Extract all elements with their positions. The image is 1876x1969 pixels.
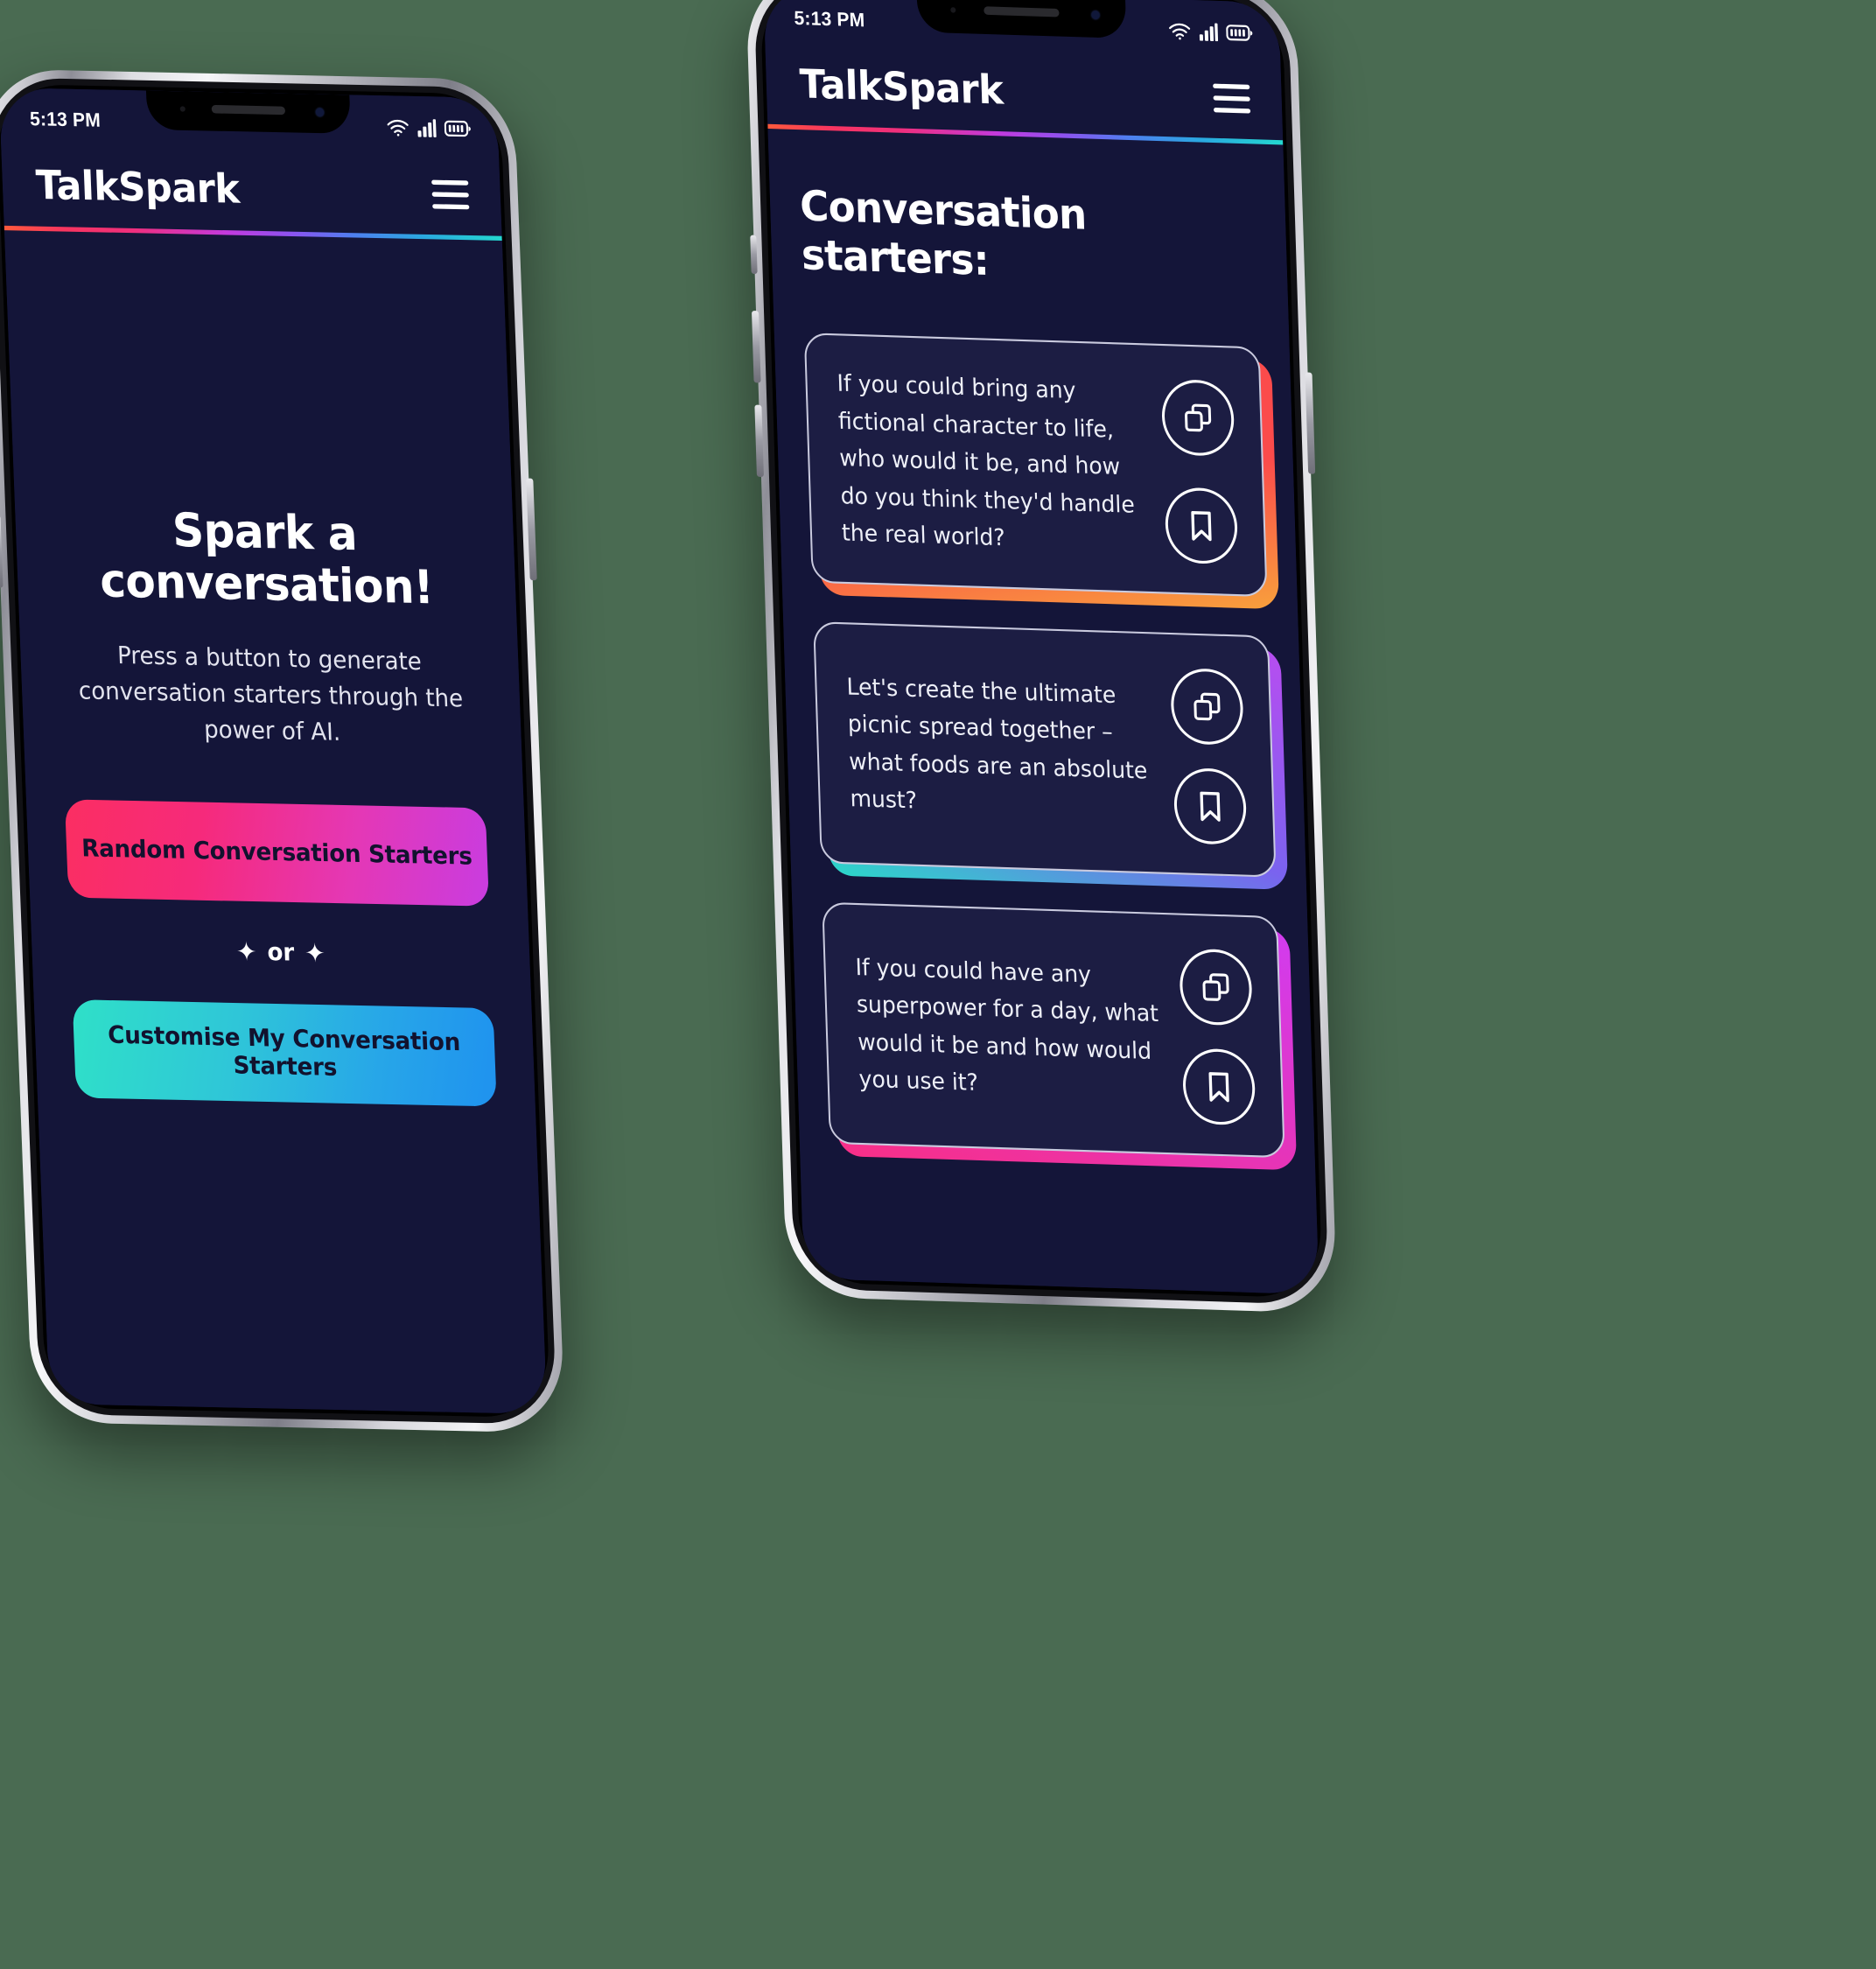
status-icons [386, 116, 472, 138]
sparkle-icon-right: ✦ [304, 936, 326, 969]
page-title: Conversation starters: [799, 181, 1088, 285]
battery-icon [1226, 24, 1254, 43]
hamburger-bar [1213, 83, 1250, 90]
list-item: Let's create the ultimate picnic spread … [813, 620, 1289, 890]
display-notch [145, 90, 351, 134]
page-subtitle: Press a button to generate conversation … [78, 641, 464, 746]
status-time: 5:13 PM [29, 109, 102, 132]
list-item: If you could bring any fictional charact… [803, 333, 1279, 609]
hamburger-menu-icon[interactable] [1213, 83, 1251, 114]
results-screen-content: 5:13 PM TalkSpark Conversation starters:… [763, 0, 1320, 1295]
list-item: If you could have any superpower for a d… [822, 901, 1298, 1170]
wifi-icon [386, 118, 410, 137]
hamburger-bar [1213, 107, 1251, 114]
app-logo[interactable]: TalkSpark [799, 61, 1004, 114]
silent-switch[interactable] [750, 235, 758, 275]
card-actions [1160, 375, 1239, 564]
copy-icon[interactable] [1170, 667, 1244, 746]
conversation-starter-text: If you could bring any fictional charact… [836, 369, 1136, 551]
phone-screen-results: 5:13 PM TalkSpark Conversation starters:… [763, 0, 1320, 1295]
front-camera [315, 108, 325, 117]
conversation-starter-card[interactable]: If you could bring any fictional charact… [803, 333, 1268, 597]
status-time: 5:13 PM [794, 7, 865, 32]
card-actions [1170, 663, 1248, 845]
bookmark-icon[interactable] [1181, 1047, 1256, 1125]
conversation-starter-list: If you could bring any fictional charact… [803, 333, 1298, 1170]
conversation-starter-card[interactable]: If you could have any superpower for a d… [822, 901, 1285, 1158]
bookmark-icon[interactable] [1164, 486, 1239, 564]
wifi-icon [1168, 21, 1192, 40]
earpiece-speaker [984, 6, 1060, 18]
earpiece-speaker [211, 104, 286, 116]
customise-conversation-starters-button[interactable]: Customise My Conversation Starters [72, 999, 497, 1106]
hamburger-bar [1213, 95, 1250, 102]
conversation-starter-text: If you could have any superpower for a d… [855, 953, 1159, 1097]
or-label: or [266, 938, 295, 967]
cellular-signal-icon [416, 118, 437, 138]
battery-icon [444, 119, 472, 138]
conversation-starter-text: Let's create the ultimate picnic spread … [846, 672, 1148, 814]
phone-device-results: 5:13 PM TalkSpark Conversation starters:… [745, 0, 1338, 1314]
conversation-starter-card[interactable]: Let's create the ultimate picnic spread … [813, 620, 1277, 878]
proximity-sensor [950, 7, 956, 13]
hero-section: Spark a conversation! Press a button to … [3, 193, 547, 1414]
status-icons [1168, 19, 1254, 42]
page-title: Spark a conversation! [99, 502, 435, 614]
proximity-sensor [179, 106, 186, 112]
random-conversation-starters-button[interactable]: Random Conversation Starters [64, 798, 489, 907]
hamburger-bar [431, 179, 469, 186]
or-divider: ✦ or ✦ [70, 934, 492, 970]
bookmark-icon[interactable] [1172, 767, 1248, 845]
copy-icon[interactable] [1160, 378, 1236, 457]
phone-screen-home: 5:13 PM TalkSpark Spark a conversation! … [0, 87, 548, 1415]
copy-icon[interactable] [1179, 947, 1253, 1027]
results-list-section: Conversation starters: If you could brin… [767, 129, 1319, 1294]
cellular-signal-icon [1199, 23, 1219, 42]
sparkle-icon-left: ✦ [235, 935, 258, 967]
front-camera [1091, 11, 1100, 19]
card-actions [1179, 944, 1256, 1125]
hamburger-bar [431, 192, 469, 198]
home-screen-content: 5:13 PM TalkSpark Spark a conversation! … [0, 87, 548, 1415]
phone-device-home: 5:13 PM TalkSpark Spark a conversation! … [0, 68, 566, 1433]
display-notch [916, 0, 1127, 39]
